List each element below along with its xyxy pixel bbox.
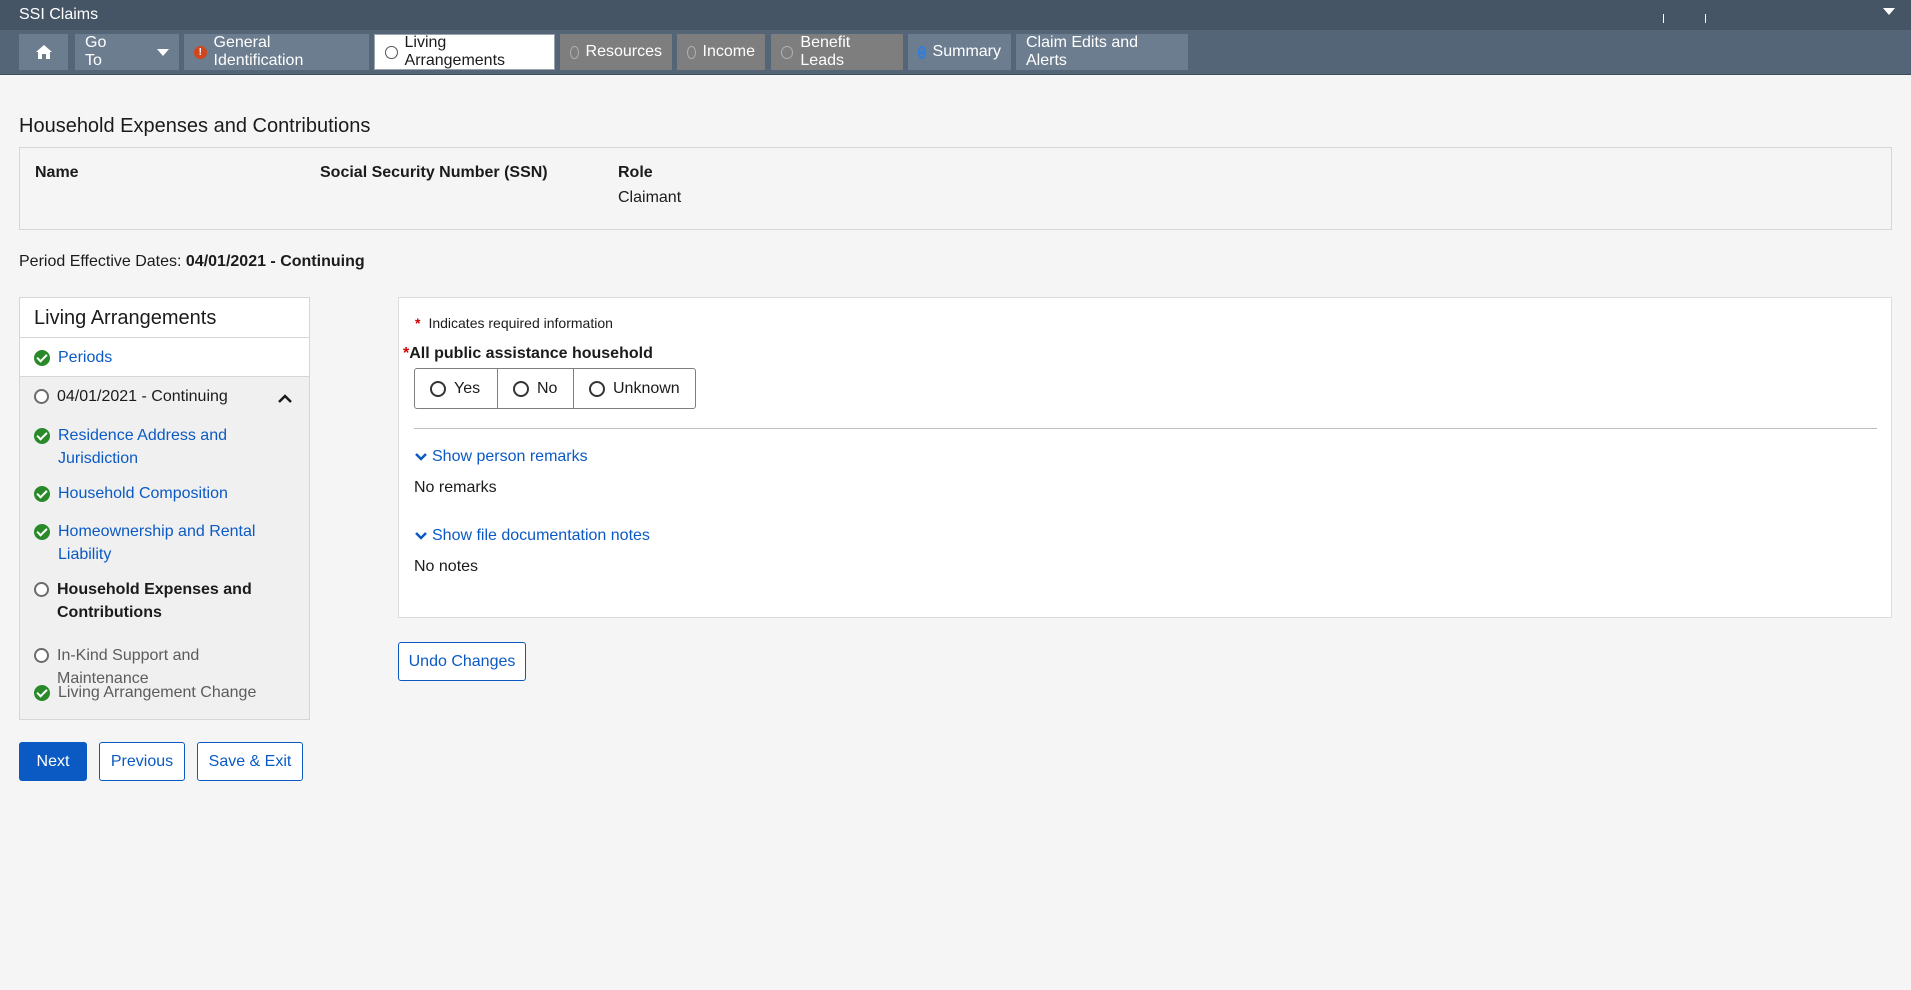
next-button[interactable]: Next <box>19 742 87 781</box>
role-value: Claimant <box>618 189 682 206</box>
incomplete-ring-icon <box>34 648 49 663</box>
alert-icon: ! <box>194 45 207 59</box>
required-note: * Indicates required information <box>415 315 613 331</box>
period-label: Period Effective Dates: <box>19 253 182 270</box>
radio-unknown[interactable]: Unknown <box>574 369 695 408</box>
tab-general-identification[interactable]: ! General Identification <box>184 34 369 70</box>
question-label: *All public assistance household <box>403 345 653 363</box>
save-exit-button[interactable]: Save & Exit <box>197 742 303 781</box>
selected-radio-icon <box>918 45 926 59</box>
radio-no[interactable]: No <box>498 369 574 408</box>
chevron-down-icon <box>415 532 427 540</box>
complete-check-icon <box>34 428 50 444</box>
period-value: 04/01/2021 - Continuing <box>185 253 365 270</box>
role-header: Role <box>618 164 653 181</box>
header-divider <box>1705 14 1706 23</box>
complete-check-icon <box>34 486 50 502</box>
period-effective-dates: Period Effective Dates: 04/01/2021 - Con… <box>19 253 365 271</box>
tab-income[interactable]: Income <box>677 34 765 70</box>
leftnav-item-household-composition[interactable]: Household Composition <box>34 482 288 505</box>
show-remarks-label: Show person remarks <box>432 448 588 465</box>
leftnav-item-label: Household Expenses and Contributions <box>57 581 252 621</box>
leftnav-item-label: 04/01/2021 - Continuing <box>57 388 228 405</box>
leftnav-item-household-expenses[interactable]: Household Expenses and Contributions <box>34 578 287 624</box>
leftnav-periods-row: Periods <box>20 338 309 377</box>
show-notes-label: Show file documentation notes <box>432 527 650 544</box>
person-info-box: Name Social Security Number (SSN) Role C… <box>19 147 1892 230</box>
leftnav-item-label: Periods <box>58 349 113 366</box>
notes-text: No notes <box>414 558 479 575</box>
name-header: Name <box>35 164 79 181</box>
previous-button[interactable]: Previous <box>99 742 185 781</box>
leftnav-item-homeownership[interactable]: Homeownership and Rental Liability <box>34 520 288 566</box>
status-ring-icon <box>781 45 794 59</box>
radio-circle-icon <box>589 380 605 397</box>
ssn-header: Social Security Number (SSN) <box>320 164 548 181</box>
leftnav-item-periods[interactable]: Periods <box>34 346 288 369</box>
tab-summary[interactable]: Summary <box>908 34 1011 70</box>
remarks-text: No remarks <box>414 479 497 496</box>
main-navbar: Go To ! General Identification Living Ar… <box>0 30 1911 75</box>
tab-label: Benefit Leads <box>800 34 851 69</box>
status-ring-icon <box>385 45 398 59</box>
leftnav-item-living-arrangement-change[interactable]: Living Arrangement Change <box>34 681 288 704</box>
form-panel: * Indicates required information *All pub… <box>398 297 1892 618</box>
leftnav-item-period[interactable]: 04/01/2021 - Continuing <box>34 385 287 408</box>
radio-circle-icon <box>430 380 446 397</box>
chevron-down-icon <box>415 453 427 461</box>
tab-label: Living Arrangements <box>404 34 506 69</box>
user-menu-caret-icon[interactable] <box>1883 8 1895 15</box>
radio-yes[interactable]: Yes <box>415 369 498 408</box>
radio-label: Yes <box>454 379 481 397</box>
show-file-documentation-notes-link[interactable]: Show file documentation notes <box>414 527 650 545</box>
tab-resources[interactable]: Resources <box>560 34 672 70</box>
tab-claim-edits-and-alerts[interactable]: Claim Edits and Alerts <box>1016 34 1188 70</box>
incomplete-ring-icon <box>34 582 49 597</box>
app-title: SSI Claims <box>19 6 99 23</box>
header-divider <box>1663 14 1664 23</box>
section-divider <box>414 428 1877 429</box>
home-button[interactable] <box>19 34 68 70</box>
chevron-up-icon[interactable] <box>277 393 293 403</box>
leftnav-item-residence-address[interactable]: Residence Address and Jurisdiction <box>34 424 288 470</box>
tab-label: Summary <box>932 43 1001 60</box>
tab-benefit-leads[interactable]: Benefit Leads <box>771 34 903 70</box>
status-ring-icon <box>570 45 579 59</box>
show-person-remarks-link[interactable]: Show person remarks <box>414 448 588 466</box>
app-header: SSI Claims <box>0 0 1911 30</box>
tab-label: Resources <box>585 43 662 60</box>
tab-label: Claim Edits and Alerts <box>1026 34 1139 69</box>
section-navigation: Living Arrangements Periods 04/01/2021 -… <box>19 297 310 720</box>
public-assistance-radio-group: Yes No Unknown <box>414 368 696 409</box>
radio-circle-icon <box>513 380 529 397</box>
section-navigation-title: Living Arrangements <box>20 298 309 338</box>
tab-label: General Identification <box>213 34 304 69</box>
required-asterisk: * <box>415 315 421 331</box>
tab-living-arrangements[interactable]: Living Arrangements <box>374 34 555 70</box>
status-ring-icon <box>687 45 696 59</box>
page-title: Household Expenses and Contributions <box>19 115 371 137</box>
leftnav-item-label: Residence Address and Jurisdiction <box>58 427 227 467</box>
complete-check-icon <box>34 350 50 366</box>
undo-changes-button[interactable]: Undo Changes <box>398 642 526 681</box>
question-text: All public assistance household <box>409 345 653 362</box>
goto-dropdown[interactable]: Go To <box>75 34 179 70</box>
complete-check-icon <box>34 524 50 540</box>
home-icon <box>35 45 52 59</box>
leftnav-item-label: Living Arrangement Change <box>58 684 257 701</box>
leftnav-item-label: Homeownership and Rental Liability <box>58 523 256 563</box>
chevron-down-icon <box>157 48 169 56</box>
radio-label: No <box>537 379 558 397</box>
complete-check-icon <box>34 685 50 701</box>
goto-label: Go To <box>85 34 107 69</box>
radio-label: Unknown <box>613 379 680 397</box>
leftnav-item-label: Household Composition <box>58 485 228 502</box>
tab-label: Income <box>702 43 755 60</box>
required-note-text: Indicates required information <box>428 315 613 331</box>
incomplete-ring-icon <box>34 389 49 404</box>
